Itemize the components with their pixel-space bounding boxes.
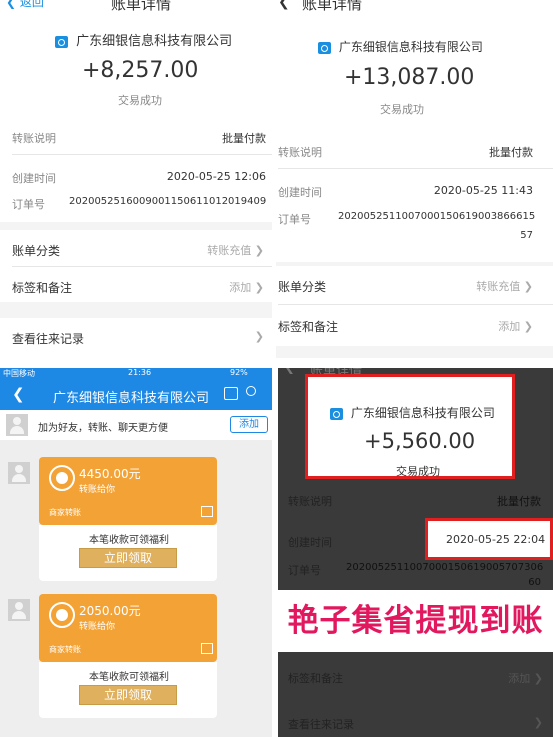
chat-panel: 中国移动 21:36 92% ❮ 广东细银信息科技有限公司 加为好友，转账、聊天… [0, 368, 272, 737]
tags-notes-row[interactable]: 标签和备注 添加 ❯ [0, 266, 272, 302]
chat-title: 广东细银信息科技有限公司 [53, 391, 210, 406]
bill-category-row[interactable]: 账单分类 转账充值 ❯ [276, 266, 553, 304]
chevron-right-icon: ❯ [523, 320, 533, 333]
divider [278, 168, 553, 169]
company-row: 广东细银信息科技有限公司 [318, 38, 483, 55]
row-label: 转账说明 [278, 146, 322, 159]
status-text: 交易成功 [380, 103, 424, 116]
row-value: 2020-05-25 11:43 [433, 184, 533, 197]
promo-text: 本笔收款可领福利 [89, 672, 169, 683]
bill-category-row[interactable]: 账单分类 转账充值 ❯ [0, 230, 272, 266]
status-text: 交易成功 [396, 465, 440, 478]
add-friend-button[interactable]: 添加 [230, 416, 268, 433]
row-value: 批量付款 [497, 495, 541, 508]
company-icon [55, 35, 68, 48]
row-label: 订单号 [278, 213, 311, 226]
company-icon [330, 407, 343, 420]
row-label: 订单号 [12, 198, 45, 211]
amount: +8,257.00 [82, 58, 199, 83]
row-label: 转账说明 [288, 495, 332, 508]
back-chevron-icon[interactable]: ❮ [284, 368, 295, 375]
status-time: 21:36 [128, 368, 152, 377]
promo-text: 本笔收款可领福利 [89, 535, 169, 546]
company-row: 广东细银信息科技有限公司 [55, 30, 232, 49]
tags-notes-row[interactable]: 标签和备注 添加 ❯ [276, 304, 553, 344]
bill-icon[interactable] [224, 387, 238, 400]
company-name: 广东细银信息科技有限公司 [76, 34, 233, 49]
transfer-card[interactable]: 2050.00元 转账给你 商家转账 [39, 594, 217, 662]
page-title: 账单详情 [111, 0, 172, 13]
promo-card: 本笔收款可领福利 立即领取 [39, 662, 217, 718]
order-number-cont: 60 [528, 577, 541, 588]
row-value: 批量付款 [489, 146, 533, 159]
divider [12, 154, 272, 155]
row-value: 批量付款 [222, 132, 266, 145]
page-title: 账单详情 [302, 0, 363, 13]
merchant-icon [201, 643, 213, 654]
status-carrier: 中国移动 [3, 369, 35, 378]
bill-detail-panel-2: ❮ 账单详情 广东细银信息科技有限公司 +13,087.00 交易成功 转账说明… [276, 0, 553, 358]
chevron-right-icon: ❯ [254, 244, 264, 257]
claim-button[interactable]: 立即领取 [79, 548, 177, 568]
row-label: 创建时间 [278, 186, 322, 199]
transfer-subtitle: 转账给你 [79, 485, 116, 495]
back-chevron-icon: ❮ [6, 0, 17, 9]
bill-detail-panel-1: ❮ 返回 账单详情 广东细银信息科技有限公司 +8,257.00 交易成功 转账… [0, 0, 272, 362]
history-row[interactable]: 查看往来记录 ❯ [278, 708, 553, 737]
chevron-right-icon: ❯ [523, 280, 533, 293]
back-chevron-icon[interactable]: ❮ [278, 0, 290, 10]
chevron-right-icon: ❯ [254, 281, 264, 294]
transfer-amount: 2050.00元 [79, 604, 141, 618]
company-name: 广东细银信息科技有限公司 [338, 40, 483, 54]
back-button[interactable]: ❮ 返回 [6, 0, 44, 10]
back-chevron-icon[interactable]: ❮ [12, 385, 25, 403]
company-icon [318, 41, 331, 54]
chevron-right-icon: ❯ [533, 716, 543, 729]
chevron-right-icon: ❯ [533, 672, 543, 685]
company-row: 广东细银信息科技有限公司 [330, 404, 495, 421]
amount: +13,087.00 [344, 65, 475, 90]
row-value: 2020-05-25 22:04 [446, 533, 546, 546]
transfer-footer: 商家转账 [49, 645, 81, 654]
avatar-icon [6, 414, 28, 436]
bill-detail-panel-4: ❮ 账单详情 广东细银信息科技有限公司 +5,560.00 交易成功 转账说明 … [278, 368, 553, 737]
coin-icon [49, 465, 75, 491]
transfer-card[interactable]: 4450.00元 转账给你 商家转账 [39, 457, 217, 525]
promo-card: 本笔收款可领福利 立即领取 [39, 525, 217, 581]
coin-icon [49, 602, 75, 628]
avatar-icon [8, 599, 30, 621]
amount: +5,560.00 [364, 429, 476, 453]
row-value: 2020-05-25 12:06 [166, 170, 266, 183]
tags-notes-row[interactable]: 标签和备注 添加 ❯ [278, 662, 553, 696]
company-name: 广东细银信息科技有限公司 [350, 406, 495, 420]
order-number: 2020052511007000150619005707306 [346, 562, 544, 573]
caption-banner: 艳子集省提现到账 [278, 590, 553, 652]
transfer-amount: 4450.00元 [79, 467, 141, 481]
add-friend-bar: 加为好友，转账、聊天更方便 添加 [0, 410, 272, 440]
transfer-subtitle: 转账给你 [79, 622, 116, 632]
claim-button[interactable]: 立即领取 [79, 685, 177, 705]
merchant-icon [201, 506, 213, 517]
order-number: 2020052511007000150619003866615 [338, 211, 536, 222]
chat-top-bar: 中国移动 21:36 92% ❮ 广东细银信息科技有限公司 [0, 368, 272, 410]
order-number: 2020052516009001150611012019409 [69, 196, 267, 207]
history-row[interactable]: 查看往来记录 ❯ [0, 318, 272, 362]
avatar-icon [8, 462, 30, 484]
highlight-time-box: 2020-05-25 22:04 [425, 518, 553, 560]
row-label: 订单号 [288, 564, 321, 577]
row-label: 转账说明 [12, 132, 56, 145]
status-battery: 92% [230, 368, 248, 377]
transfer-footer: 商家转账 [49, 508, 81, 517]
row-label: 创建时间 [288, 536, 332, 549]
row-label: 创建时间 [12, 172, 56, 185]
status-text: 交易成功 [118, 94, 162, 107]
chevron-right-icon: ❯ [254, 330, 264, 343]
person-icon[interactable] [246, 386, 256, 396]
highlight-amount-box: 广东细银信息科技有限公司 +5,560.00 交易成功 [305, 374, 515, 479]
add-friend-text: 加为好友，转账、聊天更方便 [38, 423, 168, 434]
order-number-cont: 57 [520, 230, 533, 241]
